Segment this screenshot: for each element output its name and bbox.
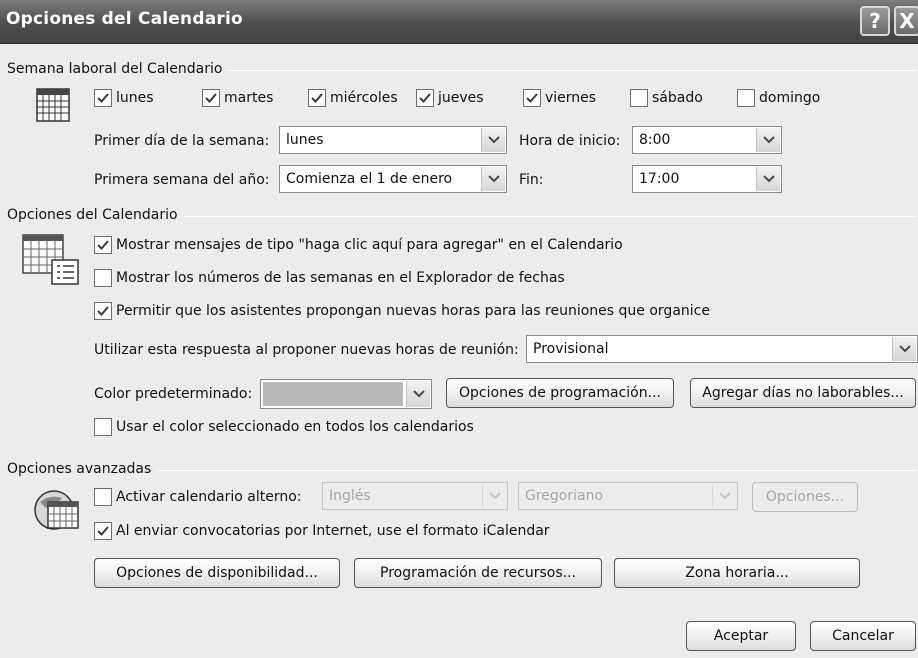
- first-week-value: Comienza el 1 de enero: [286, 171, 453, 187]
- checkbox-box[interactable]: [737, 89, 755, 107]
- day-checkbox-miercoles[interactable]: miércoles: [308, 89, 398, 107]
- first-day-select[interactable]: lunes: [279, 126, 507, 154]
- chevron-down-icon[interactable]: [712, 484, 736, 508]
- start-time-value: 8:00: [639, 132, 671, 148]
- default-color-select[interactable]: [260, 379, 432, 409]
- use-color-all-checkbox[interactable]: Usar el color seleccionado en todos los …: [94, 418, 474, 436]
- alt-calendar-checkbox[interactable]: Activar calendario alterno:: [94, 488, 302, 506]
- first-day-value: lunes: [286, 132, 324, 148]
- first-day-label: Primer día de la semana:: [94, 133, 270, 149]
- day-checkbox-jueves[interactable]: jueves: [416, 89, 484, 107]
- checkbox-label: Mostrar los números de las semanas en el…: [116, 270, 565, 286]
- default-color-label: Color predeterminado:: [94, 386, 253, 402]
- close-button[interactable]: X: [894, 6, 918, 36]
- first-week-select[interactable]: Comienza el 1 de enero: [279, 165, 507, 193]
- day-label: viernes: [545, 90, 597, 106]
- checkbox-box[interactable]: [523, 89, 541, 107]
- work-week-heading: Semana laboral del Calendario: [7, 61, 229, 77]
- day-checkbox-lunes[interactable]: lunes: [94, 89, 154, 107]
- resource-scheduling-button[interactable]: Programación de recursos...: [354, 558, 602, 588]
- checkbox-label: Activar calendario alterno:: [116, 489, 302, 505]
- checkmark-icon: [97, 93, 109, 103]
- alt-type-select[interactable]: Gregoriano: [518, 482, 738, 510]
- start-time-label: Hora de inicio:: [519, 133, 621, 149]
- help-icon: ?: [869, 9, 881, 33]
- checkbox-box[interactable]: [630, 89, 648, 107]
- checkmark-icon: [97, 526, 109, 536]
- chevron-down-icon[interactable]: [406, 381, 430, 407]
- chevron-down-icon[interactable]: [892, 337, 916, 361]
- help-button[interactable]: ?: [860, 6, 890, 36]
- checkbox-box[interactable]: [308, 89, 326, 107]
- alt-options-button[interactable]: Opciones...: [752, 482, 858, 512]
- checkbox-box[interactable]: [94, 236, 112, 254]
- window-title: Opciones del Calendario: [6, 9, 243, 29]
- start-time-select[interactable]: 8:00: [632, 126, 782, 154]
- day-label: miércoles: [330, 90, 398, 106]
- scheduling-options-button[interactable]: Opciones de programación...: [446, 378, 674, 408]
- checkbox-label: Al enviar convocatorias por Internet, us…: [116, 523, 550, 539]
- checkbox-box[interactable]: [94, 89, 112, 107]
- checkbox-box[interactable]: [94, 269, 112, 287]
- day-checkbox-martes[interactable]: martes: [202, 89, 273, 107]
- day-checkbox-viernes[interactable]: viernes: [523, 89, 596, 107]
- color-swatch: [263, 382, 403, 406]
- checkbox-box[interactable]: [94, 302, 112, 320]
- checkbox-box[interactable]: [94, 522, 112, 540]
- show-week-numbers-checkbox[interactable]: Mostrar los números de las semanas en el…: [94, 269, 565, 287]
- response-label: Utilizar esta respuesta al proponer nuev…: [94, 342, 519, 358]
- advanced-options-heading: Opciones avanzadas: [7, 461, 158, 477]
- calendar-grid-icon: [36, 88, 70, 122]
- checkmark-icon: [205, 93, 217, 103]
- day-label: lunes: [116, 90, 154, 106]
- close-icon: X: [899, 9, 915, 33]
- checkbox-label: Permitir que los asistentes propongan nu…: [116, 303, 710, 319]
- add-holidays-button[interactable]: Agregar días no laborables...: [690, 378, 916, 408]
- allow-propose-times-checkbox[interactable]: Permitir que los asistentes propongan nu…: [94, 302, 710, 320]
- checkbox-box[interactable]: [94, 488, 112, 506]
- chevron-down-icon[interactable]: [481, 167, 505, 191]
- day-label: sábado: [652, 90, 703, 106]
- checkmark-icon: [97, 240, 109, 250]
- checkbox-box[interactable]: [416, 89, 434, 107]
- end-time-select[interactable]: 17:00: [632, 165, 782, 193]
- calendar-options-heading: Opciones del Calendario: [7, 207, 184, 223]
- globe-calendar-icon: [32, 484, 84, 536]
- checkmark-icon: [97, 306, 109, 316]
- day-label: jueves: [438, 90, 484, 106]
- end-time-label: Fin:: [519, 172, 544, 188]
- day-label: domingo: [759, 90, 821, 106]
- end-time-value: 17:00: [639, 171, 680, 187]
- icalendar-checkbox[interactable]: Al enviar convocatorias por Internet, us…: [94, 522, 550, 540]
- response-select[interactable]: Provisional: [526, 335, 918, 363]
- time-zone-button[interactable]: Zona horaria...: [614, 558, 860, 588]
- checkmark-icon: [419, 93, 431, 103]
- alt-type-value: Gregoriano: [525, 488, 604, 504]
- checkbox-label: Usar el color seleccionado en todos los …: [116, 419, 474, 435]
- chevron-down-icon[interactable]: [756, 167, 780, 191]
- alt-language-select[interactable]: Inglés: [322, 482, 508, 510]
- checkbox-box[interactable]: [202, 89, 220, 107]
- free-busy-options-button[interactable]: Opciones de disponibilidad...: [94, 558, 340, 588]
- day-checkbox-domingo[interactable]: domingo: [737, 89, 820, 107]
- day-checkbox-sabado[interactable]: sábado: [630, 89, 703, 107]
- cancel-button[interactable]: Cancelar: [810, 621, 916, 651]
- checkbox-label: Mostrar mensajes de tipo "haga clic aquí…: [116, 237, 623, 253]
- chevron-down-icon[interactable]: [481, 128, 505, 152]
- response-value: Provisional: [533, 341, 609, 357]
- day-label: martes: [224, 90, 274, 106]
- checkmark-icon: [526, 93, 538, 103]
- first-week-label: Primera semana del año:: [94, 172, 270, 188]
- title-bar: Opciones del Calendario ? X: [0, 0, 918, 44]
- alt-language-value: Inglés: [329, 488, 371, 504]
- show-click-to-add-checkbox[interactable]: Mostrar mensajes de tipo "haga clic aquí…: [94, 236, 623, 254]
- checkmark-icon: [311, 93, 323, 103]
- checkbox-box[interactable]: [94, 418, 112, 436]
- chevron-down-icon[interactable]: [756, 128, 780, 152]
- calendar-list-icon: [22, 234, 82, 288]
- ok-button[interactable]: Aceptar: [686, 621, 796, 651]
- chevron-down-icon[interactable]: [482, 484, 506, 508]
